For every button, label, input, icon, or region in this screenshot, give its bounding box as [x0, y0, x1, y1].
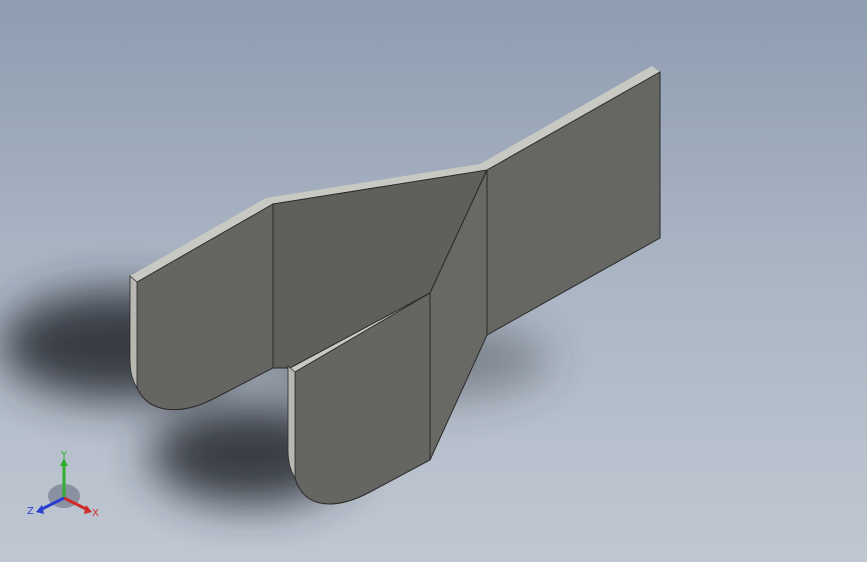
z-axis-label: Z: [27, 506, 34, 517]
y-axis-label: Y: [60, 450, 68, 461]
graphics-viewport[interactable]: Y X Z: [0, 0, 867, 562]
z-arrow-icon: [36, 505, 44, 514]
side-edge-left-flange: [129, 275, 138, 390]
orientation-triad[interactable]: Y X Z: [26, 450, 102, 520]
model-scene[interactable]: [0, 0, 867, 562]
x-axis-label: X: [92, 508, 99, 519]
x-arrow-icon: [84, 505, 92, 514]
side-edge-right-flange: [287, 365, 296, 480]
